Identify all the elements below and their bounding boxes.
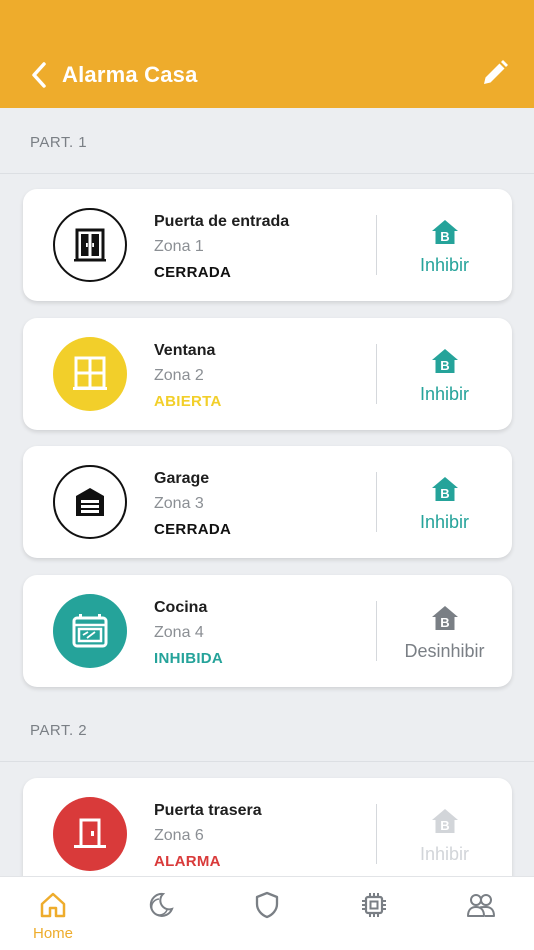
svg-text:B: B (440, 818, 449, 833)
home-icon (40, 892, 66, 918)
zone-number: Zona 3 (154, 495, 204, 512)
moon-icon (149, 892, 174, 917)
garage-icon (76, 488, 104, 516)
zone-card-puerta-trasera[interactable]: Puerta trasera Zona 6 ALARMA B Inhibir (23, 778, 512, 890)
action-label: Desinhibir (404, 641, 485, 661)
pencil-icon (484, 60, 508, 84)
zone-status: ALARMA (154, 853, 221, 870)
zone-icon-wrap (53, 797, 127, 871)
action-label: Inhibir (419, 512, 470, 532)
zone-number: Zona 6 (154, 827, 204, 844)
zone-number: Zona 4 (154, 624, 204, 641)
back-door-icon (74, 818, 106, 848)
nav-home-label: Home (32, 925, 73, 942)
section-label-part-1: PART. 1 (30, 134, 88, 151)
edit-button[interactable] (480, 58, 510, 88)
nav-devices[interactable] (321, 877, 427, 950)
zone-icon-wrap (53, 337, 127, 411)
zone-name: Cocina (154, 599, 208, 616)
action-label: Inhibir (419, 255, 470, 275)
zone-name: Ventana (154, 342, 216, 359)
nav-security[interactable] (214, 877, 320, 950)
inhibit-button-disabled: B Inhibir (377, 778, 512, 890)
page-title: Alarma Casa (62, 62, 198, 87)
zone-name: Puerta trasera (154, 802, 262, 819)
chip-icon (362, 893, 386, 917)
bottom-nav: Home (0, 876, 534, 950)
door-icon (74, 228, 106, 262)
zone-card-garage[interactable]: Garage Zona 3 CERRADA B Inhibir (23, 446, 512, 558)
inhibit-button[interactable]: B Inhibir (377, 189, 512, 301)
svg-text:B: B (440, 358, 449, 373)
section-divider (0, 173, 534, 174)
inhibit-button[interactable]: B Inhibir (377, 318, 512, 430)
house-bypass-icon: B (431, 477, 458, 501)
zone-icon-wrap (53, 594, 127, 668)
chevron-left-icon (32, 62, 46, 88)
nav-home[interactable]: Home (0, 877, 106, 950)
back-button[interactable] (28, 60, 52, 90)
window-icon (73, 356, 107, 390)
uninhibit-button[interactable]: B Desinhibir (377, 575, 512, 687)
zone-icon-wrap (53, 208, 127, 282)
action-label: Inhibir (419, 844, 470, 864)
zone-status: INHIBIDA (154, 650, 224, 667)
svg-text:B: B (440, 486, 449, 501)
section-divider (0, 761, 534, 762)
zone-card-cocina[interactable]: Cocina Zona 4 INHIBIDA B Desinhibir (23, 575, 512, 687)
zone-name: Puerta de entrada (154, 213, 290, 230)
shield-icon (255, 891, 279, 919)
zone-status: CERRADA (154, 264, 232, 281)
zone-number: Zona 2 (154, 367, 204, 384)
zone-name: Garage (154, 470, 210, 487)
zone-card-puerta-entrada[interactable]: Puerta de entrada Zona 1 CERRADA B Inhib… (23, 189, 512, 301)
house-bypass-icon: B (431, 220, 458, 244)
inhibit-button[interactable]: B Inhibir (377, 446, 512, 558)
house-bypass-icon: B (431, 809, 458, 833)
app-header: Alarma Casa (0, 0, 534, 108)
action-label: Inhibir (419, 384, 470, 404)
svg-text:B: B (440, 229, 449, 244)
zone-number: Zona 1 (154, 238, 204, 255)
section-label-part-2: PART. 2 (30, 722, 88, 739)
nav-night-mode[interactable] (107, 877, 213, 950)
zone-status: CERRADA (154, 521, 232, 538)
nav-users[interactable] (428, 877, 534, 950)
house-bypass-icon: B (431, 349, 458, 373)
oven-icon (72, 614, 108, 648)
zone-icon-wrap (53, 465, 127, 539)
house-bypass-icon: B (431, 606, 458, 630)
users-icon (467, 894, 495, 917)
zone-status: ABIERTA (154, 393, 222, 410)
zone-card-ventana[interactable]: Ventana Zona 2 ABIERTA B Inhibir (23, 318, 512, 430)
svg-text:B: B (440, 615, 449, 630)
